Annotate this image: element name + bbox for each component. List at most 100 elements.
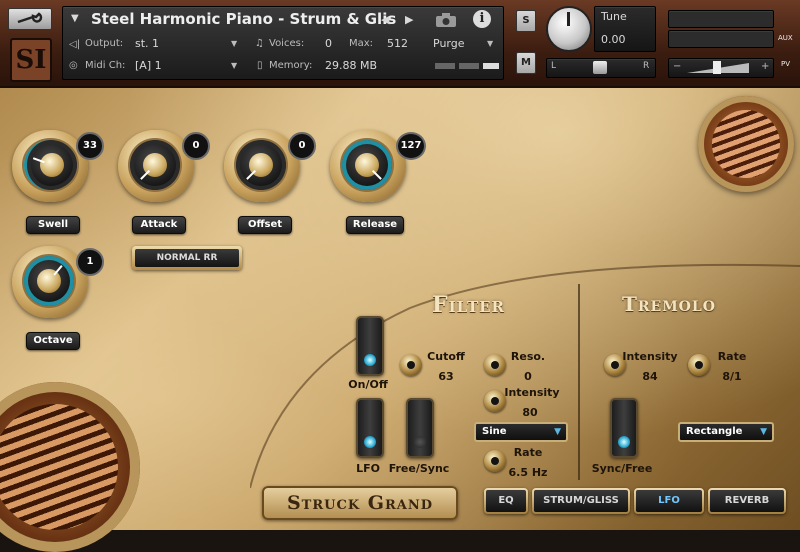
- output-icon: ◁|: [69, 39, 81, 50]
- brand-logo-text: Struck Grand: [286, 492, 434, 514]
- pan-slider[interactable]: L R: [546, 58, 656, 78]
- offset-knob[interactable]: [236, 140, 286, 190]
- octave-value-badge: 1: [76, 248, 104, 276]
- max-label: Max:: [349, 38, 374, 49]
- pan-left-label: L: [551, 61, 557, 71]
- tab-reverb-label: REVERB: [710, 490, 784, 512]
- level-meter-bar: [435, 63, 455, 69]
- camera-icon[interactable]: [435, 12, 457, 28]
- instrument-info-panel: ▼ Steel Harmonic Piano - Strum & Glis ◀ …: [62, 6, 504, 80]
- tremolo-intensity-value: 84: [642, 370, 658, 383]
- purge-dropdown-arrow-icon[interactable]: ▼: [487, 39, 493, 48]
- swell-knob[interactable]: [24, 140, 77, 190]
- dropdown-arrow-icon: ▼: [760, 427, 767, 437]
- filter-reso-label: Reso.: [510, 350, 546, 363]
- tab-lfo-label: LFO: [636, 490, 702, 512]
- filter-cutoff-value: 63: [438, 370, 454, 383]
- attack-value-badge: 0: [182, 132, 210, 160]
- filter-freesync-label: Free/Sync: [388, 462, 450, 475]
- tremolo-rate-knob[interactable]: [688, 354, 710, 376]
- filter-onoff-switch[interactable]: [356, 316, 384, 376]
- logo-text: SI: [15, 45, 47, 75]
- tremolo-shape-dropdown[interactable]: Rectangle ▼: [678, 422, 774, 442]
- filter-intensity-label: Intensity: [504, 386, 560, 399]
- speaker-grille-bottom: [0, 382, 140, 552]
- output-meter-top: [668, 10, 774, 28]
- si-logo: SI: [10, 38, 52, 82]
- instrument-header: SI ▼ Steel Harmonic Piano - Strum & Glis…: [0, 0, 800, 88]
- filter-lfo-switch[interactable]: [356, 398, 384, 458]
- tremolo-rate-label: Rate: [717, 350, 747, 363]
- release-knob-housing: [330, 130, 406, 202]
- midi-channel-select[interactable]: [A] 1: [135, 59, 162, 72]
- pan-handle[interactable]: [593, 61, 607, 74]
- collapse-arrow-icon[interactable]: ▼: [71, 13, 79, 24]
- tab-eq-label: EQ: [486, 490, 526, 512]
- midi-icon: ◎: [69, 60, 78, 71]
- voices-icon: ♫: [255, 38, 264, 49]
- tune-knob[interactable]: [546, 6, 592, 52]
- volume-slider[interactable]: − +: [668, 58, 774, 78]
- output-meter-bottom: [668, 30, 774, 48]
- midi-dropdown-arrow-icon[interactable]: ▼: [231, 61, 237, 70]
- purge-menu[interactable]: Purge: [433, 37, 465, 50]
- attack-label: Attack: [132, 216, 186, 234]
- instrument-title[interactable]: Steel Harmonic Piano - Strum & Glis: [91, 10, 396, 28]
- prev-instrument-icon[interactable]: ◀: [381, 13, 389, 26]
- pan-right-label: R: [643, 61, 650, 71]
- tab-reverb[interactable]: REVERB: [708, 488, 786, 514]
- level-meter-bar: [483, 63, 499, 69]
- volume-handle[interactable]: [713, 61, 721, 74]
- pv-button[interactable]: PV: [781, 60, 790, 68]
- octave-knob[interactable]: [24, 256, 74, 306]
- octave-label: Octave: [26, 332, 80, 350]
- filter-reso-knob[interactable]: [484, 354, 506, 376]
- normal-rr-label: NORMAL RR: [135, 249, 239, 267]
- output-label: Output:: [85, 38, 124, 49]
- filter-rate-value: 6.5 Hz: [508, 466, 548, 479]
- output-select[interactable]: st. 1: [135, 37, 159, 50]
- tremolo-intensity-label: Intensity: [622, 350, 678, 363]
- filter-intensity-knob[interactable]: [484, 390, 506, 412]
- offset-value-badge: 0: [288, 132, 316, 160]
- tab-eq[interactable]: EQ: [484, 488, 528, 514]
- mute-button[interactable]: M: [516, 52, 536, 74]
- tab-strum-gliss-label: STRUM/GLISS: [534, 490, 628, 512]
- memory-value: 29.88 MB: [325, 59, 378, 72]
- next-instrument-icon[interactable]: ▶: [405, 13, 413, 26]
- swell-label: Swell: [26, 216, 80, 234]
- filter-lfo-shape-dropdown[interactable]: Sine ▼: [474, 422, 568, 442]
- tune-value[interactable]: 0.00: [601, 33, 626, 46]
- filter-cutoff-label: Cutoff: [427, 350, 465, 363]
- tremolo-title: Tremolo: [622, 292, 716, 316]
- aux-button[interactable]: AUX: [778, 34, 793, 42]
- speaker-grille-top: [698, 96, 794, 192]
- normal-rr-button[interactable]: NORMAL RR: [132, 246, 242, 270]
- brand-plate: Struck Grand: [262, 486, 458, 520]
- release-label: Release: [346, 216, 404, 234]
- tune-label: Tune: [601, 10, 627, 23]
- tab-lfo[interactable]: LFO: [634, 488, 704, 514]
- tune-display: Tune 0.00: [594, 6, 656, 52]
- filter-cutoff-knob[interactable]: [400, 354, 422, 376]
- tremolo-syncfree-switch[interactable]: [610, 398, 638, 458]
- level-meter-bar: [459, 63, 479, 69]
- attack-knob[interactable]: [130, 140, 180, 190]
- wrench-icon: [17, 12, 43, 24]
- release-value-badge: 127: [396, 132, 426, 160]
- tab-strum-gliss[interactable]: STRUM/GLISS: [532, 488, 630, 514]
- output-dropdown-arrow-icon[interactable]: ▼: [231, 39, 237, 48]
- info-icon[interactable]: i: [473, 10, 491, 28]
- memory-label: Memory:: [269, 60, 313, 71]
- max-voices-value[interactable]: 512: [387, 37, 408, 50]
- wrench-button[interactable]: [8, 8, 52, 30]
- release-knob[interactable]: [342, 140, 392, 190]
- memory-icon: ▯: [257, 60, 263, 71]
- offset-label: Offset: [238, 216, 292, 234]
- filter-reso-value: 0: [524, 370, 532, 383]
- tremolo-shape-value: Rectangle: [686, 426, 743, 437]
- voices-value: 0: [325, 37, 332, 50]
- dropdown-arrow-icon: ▼: [554, 427, 561, 437]
- filter-freesync-switch[interactable]: [406, 398, 434, 458]
- solo-button[interactable]: S: [516, 10, 536, 32]
